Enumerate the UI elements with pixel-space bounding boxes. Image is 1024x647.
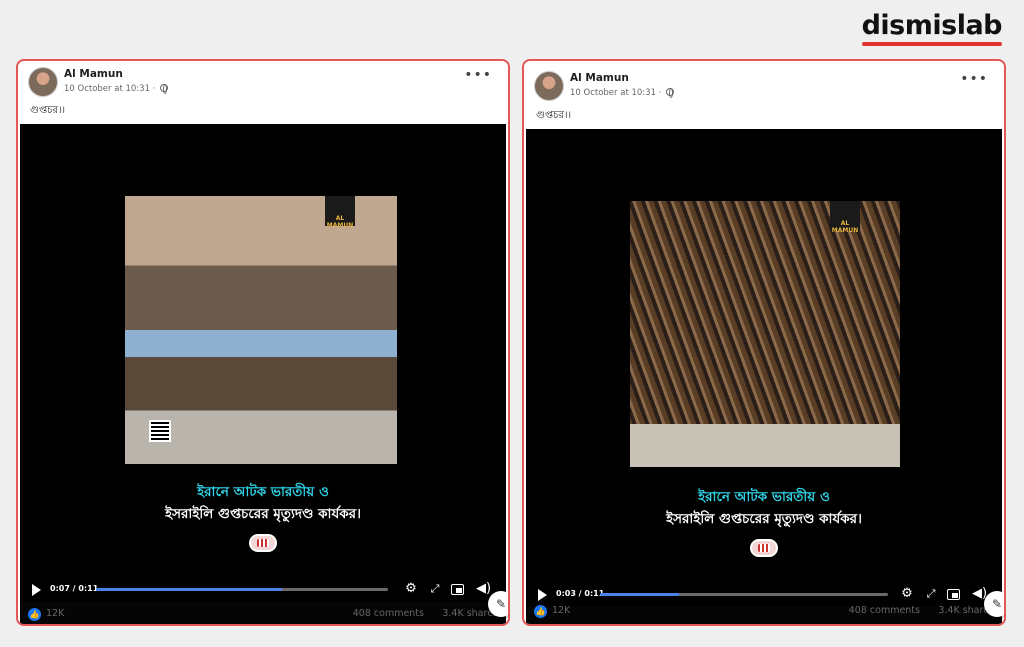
progress-bar[interactable] <box>96 588 388 591</box>
picture-in-picture-icon[interactable] <box>450 582 464 596</box>
expand-icon[interactable]: ⤢ <box>924 587 938 601</box>
video-player[interactable]: AL MAMUN ইরানে আটক ভারতীয় ও ইসরাইলি গুপ… <box>526 129 1002 624</box>
globe-icon <box>666 88 675 98</box>
avatar[interactable] <box>534 71 564 101</box>
expand-icon[interactable]: ⤢ <box>428 582 442 596</box>
volume-icon[interactable]: ◀) <box>476 582 491 596</box>
video-frame: AL MAMUN <box>125 196 397 464</box>
dismislab-logo: dismislab <box>861 10 1003 46</box>
post-timestamp[interactable]: 10 October at 10:31 · <box>570 88 661 98</box>
thumbs-up-icon: 👍 <box>534 605 547 618</box>
overlay-line-2: ইসরাইলি গুপ্তচরের মৃত্যুদণ্ড কার্যকর। <box>165 506 361 522</box>
edit-icon[interactable]: ✎ <box>984 591 1004 617</box>
author-name[interactable]: Al Mamun <box>570 72 629 84</box>
comments-count[interactable]: 408 comments <box>849 605 920 616</box>
video-overlay-text: ইরানে আটক ভারতীয় ও ইসরাইলি গুপ্তচরের মৃ… <box>20 481 506 525</box>
comments-count[interactable]: 408 comments <box>353 608 424 619</box>
video-area[interactable]: AL MAMUN ইরানে আটক ভারতীয় ও ইসরাইলি গুপ… <box>526 129 1002 607</box>
post-header: Al Mamun 10 October at 10:31 · ••• <box>534 71 994 105</box>
video-controls: 0:07 / 0:11 ⚙ ⤢ ◀) <box>20 578 506 602</box>
play-icon[interactable] <box>32 584 41 596</box>
post-meta: 10 October at 10:31 · <box>64 84 169 94</box>
more-options-icon[interactable]: ••• <box>464 67 492 83</box>
video-frame: AL MAMUN <box>630 201 900 467</box>
facebook-post-2: Al Mamun 10 October at 10:31 · ••• গুপ্ত… <box>522 59 1006 626</box>
globe-icon <box>160 84 169 94</box>
play-icon[interactable] <box>538 589 547 601</box>
facebook-post-1: Al Mamun 10 October at 10:31 · ••• গুপ্ত… <box>16 59 510 626</box>
post-stats: 👍 12K 408 comments 3.4K shares <box>28 607 498 624</box>
post-meta: 10 October at 10:31 · <box>570 88 675 98</box>
newspaper-emoji-icon <box>249 534 277 552</box>
video-overlay-text: ইরানে আটক ভারতীয় ও ইসরাইলি গুপ্তচরের মৃ… <box>526 486 1002 530</box>
progress-fill <box>600 593 679 596</box>
progress-bar[interactable] <box>600 593 888 596</box>
overlay-line-2: ইসরাইলি গুপ্তচরের মৃত্যুদণ্ড কার্যকর। <box>666 511 862 527</box>
post-caption: গুপ্তচর।। <box>536 110 572 121</box>
gear-icon[interactable]: ⚙ <box>900 587 914 601</box>
video-player[interactable]: AL MAMUN ইরানে আটক ভারতীয় ও ইসরাইলি গুপ… <box>20 124 506 624</box>
avatar[interactable] <box>28 67 58 97</box>
channel-watermark-logo: AL MAMUN <box>325 196 355 229</box>
brand-underline <box>861 42 1002 46</box>
progress-fill <box>96 588 282 591</box>
post-timestamp[interactable]: 10 October at 10:31 · <box>64 84 155 94</box>
thumbs-up-icon: 👍 <box>28 608 41 621</box>
edit-icon[interactable]: ✎ <box>488 591 508 617</box>
overlay-line-1: ইরানে আটক ভারতীয় ও <box>698 489 830 505</box>
author-name[interactable]: Al Mamun <box>64 68 123 80</box>
likes-count[interactable]: 12K <box>552 605 570 616</box>
video-time: 0:07 / 0:11 <box>50 584 99 593</box>
video-area[interactable]: AL MAMUN ইরানে আটক ভারতীয় ও ইসরাইলি গুপ… <box>20 124 506 602</box>
newspaper-emoji-icon <box>750 539 778 557</box>
picture-in-picture-icon[interactable] <box>946 587 960 601</box>
channel-watermark-logo: AL MAMUN <box>830 201 860 234</box>
gear-icon[interactable]: ⚙ <box>404 582 418 596</box>
likes-count[interactable]: 12K <box>46 608 64 619</box>
overlay-line-1: ইরানে আটক ভারতীয় ও <box>197 484 329 500</box>
post-stats: 👍 12K 408 comments 3.4K shares <box>534 604 994 622</box>
more-options-icon[interactable]: ••• <box>960 71 988 87</box>
post-header: Al Mamun 10 October at 10:31 · ••• <box>28 67 498 101</box>
qr-code <box>149 420 171 442</box>
brand-name: dismislab <box>861 10 1003 41</box>
video-time: 0:03 / 0:11 <box>556 589 605 598</box>
post-caption: গুপ্তচর।। <box>30 105 66 116</box>
qr-code <box>654 425 676 447</box>
